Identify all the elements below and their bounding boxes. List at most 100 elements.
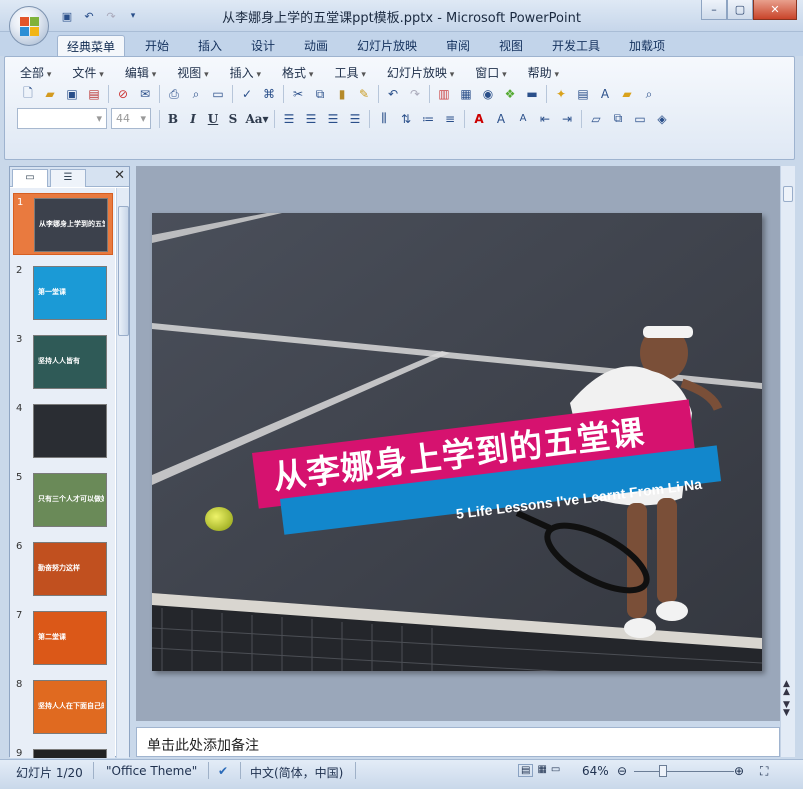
underline-button[interactable]: U bbox=[203, 109, 223, 129]
slide-thumbnail[interactable]: 5 只有三个人才可以做好自己的事情 bbox=[13, 469, 113, 531]
smartart-icon[interactable]: ❖ bbox=[499, 84, 521, 104]
decrease-indent-icon[interactable]: ⇤ bbox=[534, 109, 556, 129]
slides-tab[interactable]: ▭ bbox=[12, 169, 48, 187]
fit-to-window-icon[interactable]: ⛶ bbox=[760, 764, 768, 779]
slide-thumbnail[interactable]: 9 bbox=[13, 745, 113, 758]
table-icon[interactable]: ▦ bbox=[455, 84, 477, 104]
spelling-icon[interactable]: ✓ bbox=[236, 84, 258, 104]
undo-icon[interactable]: ↶ bbox=[382, 84, 404, 104]
spell-check-icon[interactable]: ✔ bbox=[218, 764, 228, 778]
tab-classic-menu[interactable]: 经典菜单 bbox=[57, 35, 126, 56]
menu-edit[interactable]: 编辑 bbox=[122, 64, 166, 81]
outline-tab[interactable]: ☰ bbox=[50, 169, 86, 187]
zoom-out-icon[interactable]: ⊖ bbox=[617, 764, 627, 778]
slide-scrollbar[interactable]: ▲ ▲ ▼ ▼ bbox=[780, 166, 795, 757]
slide-thumbnail[interactable]: 2 第一堂课 bbox=[13, 262, 113, 324]
italic-button[interactable]: I bbox=[183, 109, 203, 129]
shapes-icon[interactable]: ▱ bbox=[585, 109, 607, 129]
bullets-icon[interactable]: ≡ bbox=[439, 109, 461, 129]
tab-insert[interactable]: 插入 bbox=[189, 35, 231, 56]
zoom-slider[interactable] bbox=[634, 771, 734, 772]
format-painter-icon[interactable]: ✎ bbox=[353, 84, 375, 104]
thumbnails-scrollbar[interactable] bbox=[116, 188, 129, 758]
slide-thumbnail[interactable]: 7 第二堂课 bbox=[13, 607, 113, 669]
chart-icon[interactable]: ▥ bbox=[433, 84, 455, 104]
shadow-button[interactable]: S bbox=[223, 109, 243, 129]
slideshow-view-icon[interactable]: ▭ bbox=[551, 764, 560, 777]
slide-thumbnail[interactable]: 1 从李娜身上学到的五堂课 bbox=[13, 193, 113, 255]
language-indicator[interactable]: 中文(简体，中国) bbox=[250, 764, 343, 781]
email-icon[interactable]: ✉ bbox=[134, 84, 156, 104]
print-icon[interactable]: ⎙ bbox=[163, 84, 185, 104]
justify-icon[interactable]: ☰ bbox=[344, 109, 366, 129]
notes-pane[interactable]: 单击此处添加备注 bbox=[136, 727, 780, 757]
new-slide-icon[interactable]: ✦ bbox=[550, 84, 572, 104]
page-setup-icon[interactable]: ▭ bbox=[207, 84, 229, 104]
tab-animations[interactable]: 动画 bbox=[295, 35, 337, 56]
textbox-icon[interactable]: A bbox=[594, 84, 616, 104]
redo-icon[interactable]: ↷ bbox=[404, 84, 426, 104]
align-left-icon[interactable]: ☰ bbox=[278, 109, 300, 129]
font-color-icon[interactable]: A bbox=[468, 109, 490, 129]
next-slide-icon[interactable]: ▼ ▼ bbox=[783, 701, 790, 718]
slide-thumbnail[interactable]: 4 bbox=[13, 400, 113, 462]
paste-icon[interactable]: ▮ bbox=[331, 84, 353, 104]
change-case-button[interactable]: Aa▾ bbox=[243, 109, 271, 129]
line-style-icon[interactable]: ▬ bbox=[521, 84, 543, 104]
slide-sorter-icon[interactable]: ▦ bbox=[537, 764, 546, 777]
font-size-combo[interactable]: 44 ▾ bbox=[111, 108, 151, 129]
theme-name[interactable]: "Office Theme" bbox=[106, 764, 197, 778]
cut-icon[interactable]: ✂ bbox=[287, 84, 309, 104]
folder-icon[interactable]: ▰ bbox=[616, 84, 638, 104]
menu-insert[interactable]: 插入 bbox=[227, 64, 271, 81]
tab-slideshow[interactable]: 幻灯片放映 bbox=[348, 35, 426, 56]
slide-scroll-thumb[interactable] bbox=[783, 186, 793, 202]
close-button[interactable]: ✕ bbox=[753, 0, 797, 20]
tab-addins[interactable]: 加载项 bbox=[620, 35, 674, 56]
fill-icon[interactable]: ◈ bbox=[651, 109, 673, 129]
zoom-icon[interactable]: ⌕ bbox=[638, 84, 660, 104]
menu-all[interactable]: 全部 bbox=[17, 64, 61, 81]
zoom-slider-thumb[interactable] bbox=[659, 765, 667, 777]
open-icon[interactable]: ▰ bbox=[39, 84, 61, 104]
print-preview-icon[interactable]: ⌕ bbox=[185, 84, 207, 104]
menu-format[interactable]: 格式 bbox=[279, 64, 323, 81]
align-right-icon[interactable]: ☰ bbox=[322, 109, 344, 129]
close-pane-icon[interactable]: ✕ bbox=[114, 168, 125, 183]
tab-view[interactable]: 视图 bbox=[490, 35, 532, 56]
columns-icon[interactable]: ⫼ bbox=[373, 109, 395, 129]
menu-slideshow[interactable]: 幻灯片放映 bbox=[384, 64, 464, 81]
increase-indent-icon[interactable]: ⇥ bbox=[556, 109, 578, 129]
tab-design[interactable]: 设计 bbox=[242, 35, 284, 56]
menu-help[interactable]: 帮助 bbox=[525, 64, 569, 81]
bold-button[interactable]: B bbox=[163, 109, 183, 129]
slide-thumbnail[interactable]: 8 坚持人人在下面自己的坚持 bbox=[13, 676, 113, 738]
menu-file[interactable]: 文件 bbox=[69, 64, 113, 81]
office-button[interactable] bbox=[9, 6, 49, 46]
menu-tools[interactable]: 工具 bbox=[331, 64, 375, 81]
zoom-level[interactable]: 64% bbox=[582, 764, 609, 778]
zoom-in-icon[interactable]: ⊕ bbox=[734, 764, 744, 778]
research-icon[interactable]: ⌘ bbox=[258, 84, 280, 104]
scrollbar-thumb[interactable] bbox=[118, 206, 129, 336]
save-as-icon[interactable]: ▤ bbox=[83, 84, 105, 104]
numbering-icon[interactable]: ≔ bbox=[417, 109, 439, 129]
text-direction-icon[interactable]: ⇅ bbox=[395, 109, 417, 129]
minimize-button[interactable]: – bbox=[701, 0, 727, 20]
font-name-combo[interactable]: ▾ bbox=[17, 108, 107, 129]
new-icon[interactable]: 🗋 bbox=[17, 84, 39, 104]
copy-icon[interactable]: ⧉ bbox=[309, 84, 331, 104]
tab-review[interactable]: 审阅 bbox=[437, 35, 479, 56]
save-icon[interactable]: ▣ bbox=[61, 84, 83, 104]
quick-styles-icon[interactable]: ▭ bbox=[629, 109, 651, 129]
align-center-icon[interactable]: ☰ bbox=[300, 109, 322, 129]
current-slide[interactable]: 从李娜身上学到的五堂课 5 Life Lessons I've Learnt F… bbox=[152, 213, 762, 671]
normal-view-icon[interactable]: ▤ bbox=[518, 764, 534, 777]
grow-font-icon[interactable]: A bbox=[490, 109, 512, 129]
clip-art-icon[interactable]: ◉ bbox=[477, 84, 499, 104]
menu-window[interactable]: 窗口 bbox=[472, 64, 516, 81]
menu-view[interactable]: 视图 bbox=[174, 64, 218, 81]
prev-slide-icon[interactable]: ▲ ▲ bbox=[783, 680, 790, 697]
permission-icon[interactable]: ⊘ bbox=[112, 84, 134, 104]
shrink-font-icon[interactable]: A bbox=[512, 109, 534, 129]
